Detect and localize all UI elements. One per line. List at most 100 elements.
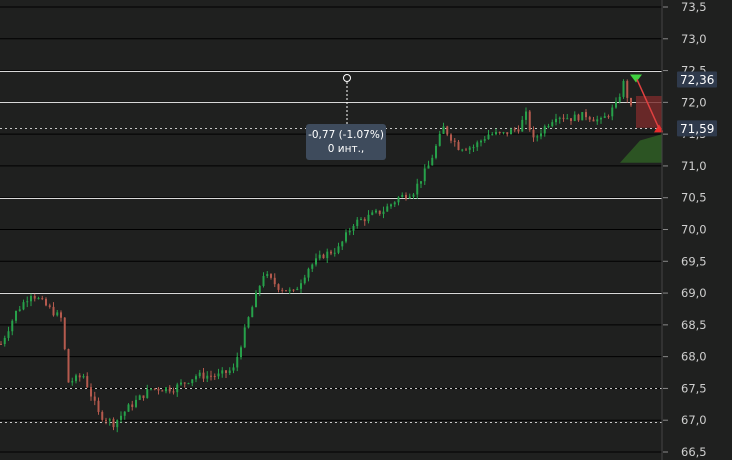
candle-body xyxy=(540,133,542,137)
candle-body xyxy=(41,298,44,300)
candle-body xyxy=(562,117,565,119)
candle-body xyxy=(375,210,377,213)
candle-body xyxy=(138,395,141,400)
candle-body xyxy=(596,119,599,122)
candle-body xyxy=(525,111,527,120)
axis-tick-label: 68,5 xyxy=(681,318,707,332)
candle-body xyxy=(153,388,156,390)
candle-body xyxy=(356,219,359,227)
axis-tick-label: 73,0 xyxy=(681,32,707,46)
candle-body xyxy=(457,141,460,150)
candle-body xyxy=(18,309,21,311)
candle-body xyxy=(60,312,62,318)
candle-body xyxy=(348,230,351,233)
candle-body xyxy=(33,295,36,299)
candle-body xyxy=(420,181,422,184)
candle-body xyxy=(273,277,276,285)
candle-body xyxy=(176,384,179,393)
candle-body xyxy=(622,81,625,97)
candle-body xyxy=(150,388,152,390)
candle-body xyxy=(82,376,85,378)
candle-body xyxy=(577,114,580,121)
candle-body xyxy=(371,212,374,215)
candle-body xyxy=(285,290,287,292)
candle-body xyxy=(551,122,554,127)
candle-body xyxy=(453,140,456,142)
candle-body xyxy=(517,129,520,132)
candle-body xyxy=(240,347,242,358)
candle-body xyxy=(446,126,449,135)
candle-body xyxy=(611,107,614,117)
candle-body xyxy=(333,252,336,254)
candle-body xyxy=(168,387,171,392)
axis-tick-label: 67,0 xyxy=(681,413,707,427)
candle-body xyxy=(555,118,557,123)
candle-body xyxy=(570,118,572,122)
axis-tick-label: 69,5 xyxy=(681,254,707,268)
candle-body xyxy=(363,219,366,222)
candle-body xyxy=(288,289,291,292)
buy-profile xyxy=(620,134,662,163)
candle-body xyxy=(502,132,505,134)
candle-body xyxy=(547,126,550,128)
candle-body xyxy=(217,373,220,377)
measure-bars-text: 0 инт., xyxy=(327,143,365,155)
candle-body xyxy=(258,285,261,293)
axis-tick-label: 73,5 xyxy=(681,0,707,14)
candle-body xyxy=(521,119,524,132)
volume-profile xyxy=(620,96,662,163)
candle-body xyxy=(618,96,621,102)
candle-body xyxy=(213,376,216,378)
axis-tick-label: 72,0 xyxy=(681,95,707,109)
candle-body xyxy=(408,196,411,199)
candle-body xyxy=(438,133,441,146)
chart-window: 73,573,072,572,071,571,070,570,069,569,0… xyxy=(0,0,732,460)
candle-body xyxy=(442,126,445,134)
candle-body xyxy=(206,375,209,379)
candle-body xyxy=(266,274,269,277)
axis-tick-label: 66,5 xyxy=(681,445,707,459)
candle-body xyxy=(0,343,2,345)
candle-body xyxy=(397,197,400,203)
candle-body xyxy=(210,375,212,377)
candle-body xyxy=(498,132,501,134)
candle-body xyxy=(600,118,602,120)
candle-body xyxy=(603,116,606,119)
candle-body xyxy=(52,306,55,316)
candle-body xyxy=(48,305,51,307)
candle-body xyxy=(378,210,381,214)
candle-body xyxy=(626,81,629,98)
price-chart[interactable]: 73,573,072,572,071,571,070,570,069,569,0… xyxy=(0,0,732,460)
candle-body xyxy=(536,136,539,138)
candle-body xyxy=(75,375,77,382)
candle-body xyxy=(26,301,29,303)
candle-body xyxy=(127,404,130,412)
axis-tick-label: 69,0 xyxy=(681,286,707,300)
candle-body xyxy=(56,312,59,316)
candle-body xyxy=(532,129,535,138)
candle-body xyxy=(120,415,122,420)
candle-body xyxy=(67,349,70,383)
candle-body xyxy=(296,288,299,291)
candle-body xyxy=(135,399,137,407)
candle-body xyxy=(427,165,430,169)
candle-body xyxy=(352,226,355,231)
candle-body xyxy=(566,118,569,120)
candle-body xyxy=(461,149,464,151)
candle-body xyxy=(30,295,32,302)
candle-body xyxy=(367,214,370,222)
candle-body xyxy=(558,117,561,119)
candle-body xyxy=(131,404,134,407)
candle-body xyxy=(262,276,265,286)
candle-body xyxy=(191,379,194,384)
candle-body xyxy=(3,337,6,345)
candle-body xyxy=(472,147,475,149)
candle-body xyxy=(277,284,280,290)
candle-body xyxy=(495,132,497,135)
price-axis[interactable]: 73,573,072,572,071,571,070,570,069,569,0… xyxy=(661,0,732,460)
candle-body xyxy=(105,419,107,421)
candle-body xyxy=(187,383,190,385)
axis-tick-label: 71,0 xyxy=(681,159,707,173)
candle-body xyxy=(390,204,392,207)
candle-body xyxy=(198,372,201,377)
